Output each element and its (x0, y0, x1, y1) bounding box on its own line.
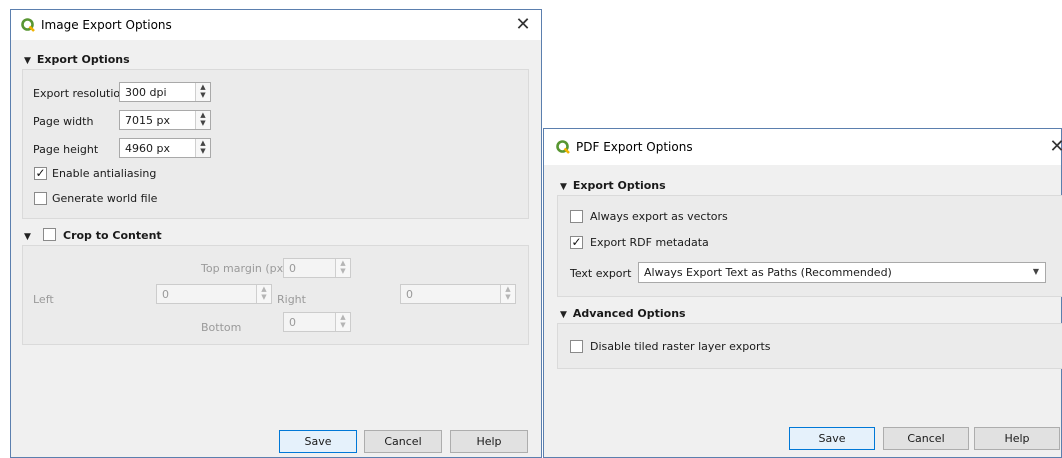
save-button[interactable]: Save (789, 427, 875, 450)
export-options-header[interactable]: ▼ Export Options (560, 179, 666, 192)
rdf-metadata-checkbox[interactable]: ✓ (570, 236, 583, 249)
help-button[interactable]: Help (974, 427, 1060, 450)
help-button[interactable]: Help (450, 430, 528, 453)
spin-arrows-icon[interactable]: ▲ ▼ (256, 285, 271, 303)
spin-arrows-icon[interactable]: ▲ ▼ (195, 83, 210, 101)
collapse-arrow-icon: ▼ (560, 310, 567, 320)
bottom-margin-spinbox[interactable]: 0 ▲ ▼ (283, 312, 351, 332)
crop-to-content-checkbox[interactable] (43, 228, 56, 241)
text-export-dropdown[interactable]: Always Export Text as Paths (Recommended… (638, 262, 1046, 283)
left-margin-spinbox[interactable]: 0 ▲ ▼ (156, 284, 272, 304)
top-margin-spinbox[interactable]: 0 ▲ ▼ (283, 258, 351, 278)
world-file-label: Generate world file (52, 192, 158, 205)
page-height-spinbox[interactable]: 4960 px ▲ ▼ (119, 138, 211, 158)
qgis-logo-icon (21, 18, 35, 32)
right-margin-spinbox[interactable]: 0 ▲ ▼ (400, 284, 516, 304)
top-margin-label: Top margin (px) (201, 262, 288, 275)
cancel-button[interactable]: Cancel (364, 430, 442, 453)
image-export-dialog: Image Export Options ✕ ▼ Export Options E… (10, 9, 542, 458)
collapse-arrow-icon: ▼ (24, 56, 31, 66)
advanced-options-header[interactable]: ▼ Advanced Options (560, 307, 686, 320)
right-margin-label: Right (277, 293, 306, 306)
page-width-spinbox[interactable]: 7015 px ▲ ▼ (119, 110, 211, 130)
cancel-button[interactable]: Cancel (883, 427, 969, 450)
title-bar: PDF Export Options ✕ (544, 129, 1062, 165)
always-vectors-label: Always export as vectors (590, 210, 728, 223)
bottom-margin-label: Bottom (201, 321, 242, 334)
always-vectors-checkbox[interactable] (570, 210, 583, 223)
qgis-logo-icon (556, 140, 570, 154)
antialiasing-label: Enable antialiasing (52, 167, 157, 180)
page-width-label: Page width (33, 115, 94, 128)
spin-arrows-icon[interactable]: ▲ ▼ (195, 111, 210, 129)
text-export-label: Text export (570, 267, 632, 280)
export-options-header[interactable]: ▼ Export Options (24, 53, 130, 66)
spin-arrows-icon[interactable]: ▲ ▼ (500, 285, 515, 303)
spin-arrows-icon[interactable]: ▲ ▼ (335, 259, 350, 277)
window-title: PDF Export Options (576, 140, 693, 154)
antialiasing-checkbox[interactable]: ✓ (34, 167, 47, 180)
rdf-metadata-label: Export RDF metadata (590, 236, 709, 249)
page-height-label: Page height (33, 143, 99, 156)
save-button[interactable]: Save (279, 430, 357, 453)
collapse-arrow-icon: ▼ (24, 232, 31, 242)
export-resolution-spinbox[interactable]: 300 dpi ▲ ▼ (119, 82, 211, 102)
world-file-checkbox[interactable] (34, 192, 47, 205)
crop-to-content-label: Crop to Content (63, 229, 162, 242)
collapse-arrow-icon: ▼ (560, 182, 567, 192)
export-resolution-label: Export resolution (33, 87, 128, 100)
disable-tiled-label: Disable tiled raster layer exports (590, 340, 771, 353)
left-margin-label: Left (33, 293, 54, 306)
disable-tiled-checkbox[interactable] (570, 340, 583, 353)
pdf-export-dialog: PDF Export Options ✕ ▼ Export Options Alw… (543, 128, 1062, 458)
close-button[interactable]: ✕ (1047, 136, 1062, 157)
spin-arrows-icon[interactable]: ▲ ▼ (335, 313, 350, 331)
spin-arrows-icon[interactable]: ▲ ▼ (195, 139, 210, 157)
window-title: Image Export Options (41, 18, 172, 32)
close-button[interactable]: ✕ (513, 14, 533, 35)
chevron-down-icon: ▼ (1032, 267, 1039, 276)
crop-to-content-header[interactable]: ▼ (24, 229, 37, 242)
title-bar: Image Export Options ✕ (11, 10, 541, 40)
